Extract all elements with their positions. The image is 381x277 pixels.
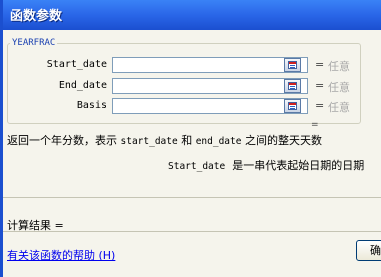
- ok-button[interactable]: 确: [356, 240, 381, 261]
- dialog-title: 函数参数: [10, 9, 63, 24]
- description-arg2: end_date: [195, 136, 242, 147]
- start-date-result: 任意: [328, 60, 350, 73]
- function-arguments-dialog: 函数参数 YEARFRAC Start_date = 任意 End_date =…: [0, 0, 381, 277]
- divider: [3, 231, 381, 232]
- function-help-link[interactable]: 有关该函数的帮助 (H): [7, 247, 115, 263]
- end-date-label: End_date: [58, 80, 107, 91]
- description-arg1: start_date: [120, 136, 178, 147]
- basis-result: 任意: [328, 101, 350, 114]
- arg-row-start-date: Start_date = 任意: [7, 57, 359, 75]
- range-select-icon: [288, 61, 297, 69]
- end-date-input[interactable]: [112, 78, 308, 94]
- arg-row-basis: Basis = 任意: [7, 98, 359, 116]
- divider: [3, 197, 381, 198]
- arg-row-end-date: End_date = 任意: [7, 78, 359, 96]
- description-mid: 和: [177, 134, 196, 147]
- start-date-range-picker-button[interactable]: [284, 58, 301, 72]
- function-name-label: YEARFRAC: [12, 38, 56, 48]
- range-select-icon: [288, 102, 297, 110]
- basis-input[interactable]: [112, 98, 308, 114]
- end-date-result: 任意: [328, 81, 350, 94]
- argument-description-name: Start_date: [168, 161, 226, 172]
- basis-equals: =: [315, 99, 325, 112]
- start-date-label: Start_date: [46, 59, 107, 70]
- description-prefix: 返回一个年分数，表示: [7, 134, 121, 147]
- basis-label: Basis: [76, 100, 107, 111]
- argument-description: Start_date 是一串代表起始日期的日期: [168, 157, 364, 173]
- start-date-equals: =: [315, 58, 325, 71]
- end-date-range-picker-button[interactable]: [284, 79, 301, 93]
- range-select-icon: [288, 82, 297, 90]
- argument-description-text: 是一串代表起始日期的日期: [225, 159, 365, 172]
- basis-range-picker-button[interactable]: [284, 99, 301, 113]
- title-bar[interactable]: 函数参数: [3, 0, 381, 30]
- function-description: 返回一个年分数，表示 start_date 和 end_date 之间的整天天数: [7, 132, 377, 148]
- description-suffix: 之间的整天天数: [241, 134, 322, 147]
- start-date-input[interactable]: [112, 57, 308, 73]
- end-date-equals: =: [315, 79, 325, 92]
- function-result-equals: =: [311, 120, 319, 130]
